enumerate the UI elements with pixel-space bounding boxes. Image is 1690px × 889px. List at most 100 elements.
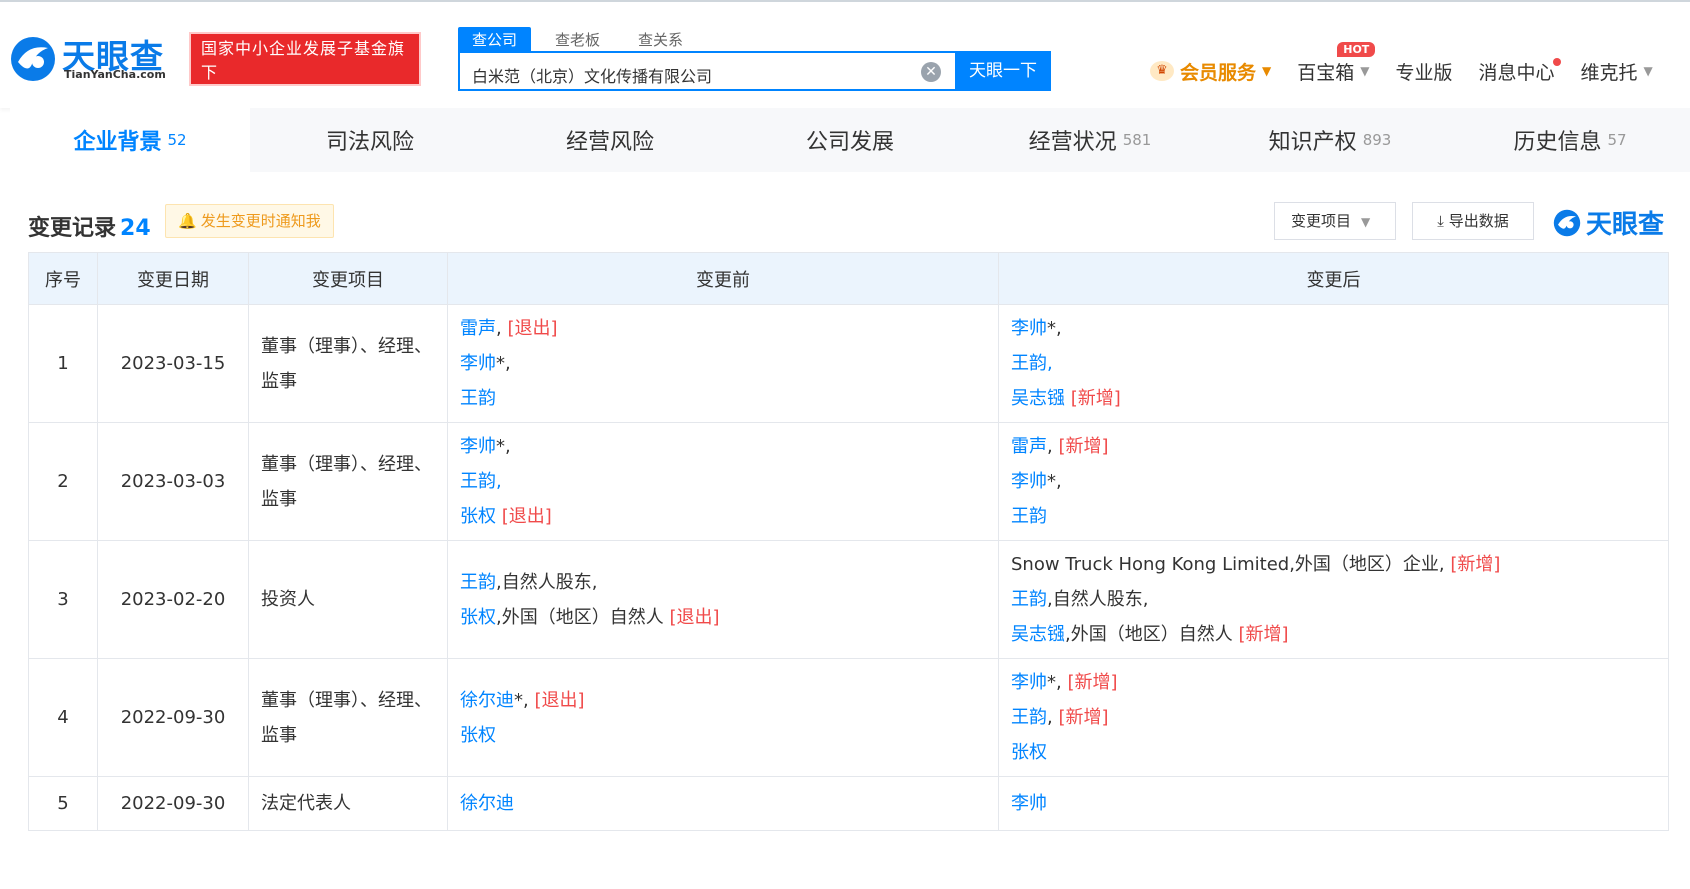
tab-label: 经营风险: [565, 130, 654, 155]
person-link[interactable]: 李帅: [1011, 471, 1047, 492]
person-link[interactable]: 王韵,: [1011, 353, 1053, 374]
tianyancha-logo-icon[interactable]: [8, 34, 58, 84]
hot-badge: HOT: [1337, 41, 1376, 57]
cell-after: Snow Truck Hong Kong Limited,外国（地区）企业, […: [998, 540, 1669, 659]
person-link[interactable]: 王韵: [1011, 506, 1047, 527]
tab-label: 公司发展: [805, 130, 894, 155]
person-link[interactable]: 吴志镪: [1011, 388, 1065, 409]
detail-text: ,: [1047, 436, 1059, 457]
tab-search-relation[interactable]: 查关系: [624, 27, 697, 51]
before-line: 徐尔迪: [460, 786, 986, 821]
cell-date: 2023-02-20: [97, 540, 249, 659]
cell-after: 李帅*, 王韵, 吴志镪 [新增]: [998, 304, 1669, 423]
before-line: 王韵,自然人股东,: [460, 565, 986, 600]
tianyancha-logo-icon: [1553, 209, 1581, 236]
top-header: 天眼查 TianYanCha.com 国家中小企业发展子基金旗下 官方备案企业征…: [0, 0, 1690, 108]
person-link[interactable]: 张权: [460, 725, 496, 746]
change-tag: [新增]: [1058, 436, 1109, 457]
person-link[interactable]: 李帅: [460, 353, 496, 374]
col-header-after: 变更后: [998, 252, 1669, 305]
tab-company-development[interactable]: 公司发展: [730, 108, 970, 172]
tab-intellectual-property[interactable]: 知识产权 893: [1210, 108, 1450, 172]
treasure-box-menu[interactable]: HOT 百宝箱 ▼: [1297, 41, 1376, 85]
person-link[interactable]: 王韵: [1011, 707, 1047, 728]
person-link[interactable]: 王韵,: [460, 471, 502, 492]
detail-text: *,: [1047, 471, 1062, 492]
change-item-filter[interactable]: 变更项目 ▼: [1274, 202, 1396, 240]
tab-judicial-risk[interactable]: 司法风险: [250, 108, 490, 172]
cell-item: 投资人: [248, 540, 448, 659]
cell-after: 雷声, [新增] 李帅*, 王韵: [998, 422, 1669, 541]
cell-before: 徐尔迪*, [退出] 张权: [447, 658, 999, 777]
cell-no: 3: [28, 540, 98, 659]
cell-after: 李帅: [998, 776, 1669, 831]
cell-after: 李帅*, [新增] 王韵, [新增] 张权: [998, 658, 1669, 777]
person-link[interactable]: 张权: [1011, 742, 1047, 763]
mini-logo: 天眼查: [1552, 204, 1664, 241]
tab-count: 57: [1607, 131, 1627, 149]
person-link[interactable]: 徐尔迪: [460, 690, 514, 711]
tab-label: 司法风险: [325, 130, 414, 155]
person-link[interactable]: 李帅: [1011, 672, 1047, 693]
person-link[interactable]: 李帅: [460, 436, 496, 457]
clear-icon[interactable]: ✕: [921, 62, 941, 82]
pro-version-link[interactable]: 专业版: [1396, 58, 1453, 85]
col-header-no: 序号: [28, 252, 98, 305]
person-link[interactable]: 王韵: [460, 388, 496, 409]
cell-date: 2022-09-30: [97, 776, 249, 831]
detail-text: ,: [1047, 707, 1059, 728]
person-link[interactable]: 李帅: [1011, 318, 1047, 339]
tab-company-background[interactable]: 企业背景 52: [10, 108, 250, 172]
detail-text: *,: [496, 436, 511, 457]
vip-service-menu[interactable]: ♛ 会员服务 ▼: [1150, 58, 1271, 85]
person-link[interactable]: 李帅: [1011, 793, 1047, 814]
after-line: 李帅*,: [1011, 311, 1656, 346]
after-line: 王韵, [新增]: [1011, 700, 1656, 735]
tab-history-info[interactable]: 历史信息 57: [1450, 108, 1690, 172]
before-line: 张权: [460, 718, 986, 753]
export-data-button[interactable]: ⤓ 导出数据: [1412, 202, 1534, 240]
mini-logo-text: 天眼查: [1586, 210, 1665, 240]
after-line: 吴志镪,外国（地区）自然人 [新增]: [1011, 617, 1656, 652]
col-header-item: 变更项目: [248, 252, 448, 305]
person-link[interactable]: 雷声: [460, 318, 496, 339]
person-link[interactable]: 张权: [460, 607, 496, 628]
person-link[interactable]: 王韵: [1011, 589, 1047, 610]
person-link[interactable]: 徐尔迪: [460, 793, 514, 814]
change-records-header: 变更记录 24 🔔 发生变更时通知我 变更项目 ▼ ⤓ 导出数据 天眼查: [28, 202, 1668, 246]
table-row: 5 2022-09-30 法定代表人 徐尔迪 李帅: [28, 776, 1669, 831]
person-link[interactable]: 吴志镪: [1011, 624, 1065, 645]
cell-before: 李帅*, 王韵, 张权 [退出]: [447, 422, 999, 541]
table-row: 3 2023-02-20 投资人 王韵,自然人股东, 张权,外国（地区）自然人 [退出]…: [28, 540, 1669, 659]
treasure-box-label: 百宝箱: [1297, 61, 1355, 84]
cell-before: 雷声, [退出] 李帅*, 王韵: [447, 304, 999, 423]
notify-change-button[interactable]: 🔔 发生变更时通知我: [165, 204, 334, 238]
person-link[interactable]: 张权: [460, 506, 496, 527]
user-menu[interactable]: 维克托 ▼: [1581, 58, 1653, 85]
search-button[interactable]: 天眼一下: [955, 51, 1051, 91]
message-center-link[interactable]: 消息中心: [1479, 57, 1561, 85]
detail-text: ,外国（地区）自然人: [496, 606, 670, 628]
section-title: 变更记录 24: [28, 210, 151, 242]
search-input[interactable]: 白米范（北京）文化传播有限公司 ✕: [458, 51, 955, 91]
col-header-before: 变更前: [447, 252, 999, 305]
person-link[interactable]: 王韵: [460, 572, 496, 593]
tab-search-boss[interactable]: 查老板: [541, 27, 614, 51]
export-label: 导出数据: [1448, 212, 1509, 230]
person-link[interactable]: 雷声: [1011, 436, 1047, 457]
tab-operating-risk[interactable]: 经营风险: [490, 108, 730, 172]
after-line: Snow Truck Hong Kong Limited,外国（地区）企业, […: [1011, 547, 1656, 582]
detail-text: *,: [514, 689, 535, 711]
tab-business-status[interactable]: 经营状况 581: [970, 108, 1210, 172]
cell-date: 2023-03-15: [97, 304, 249, 423]
search-input-value[interactable]: 白米范（北京）文化传播有限公司: [472, 63, 712, 87]
cell-date: 2023-03-03: [97, 422, 249, 541]
tab-search-company[interactable]: 查公司: [458, 27, 532, 51]
cell-item: 法定代表人: [248, 776, 448, 831]
gov-badge[interactable]: 国家中小企业发展子基金旗下 官方备案企业征信机构: [189, 32, 421, 106]
change-tag: [退出]: [669, 606, 720, 628]
tab-label: 经营状况: [1028, 130, 1117, 155]
change-tag: [新增]: [1058, 707, 1109, 728]
cell-item: 董事（理事）、经理、监事: [248, 422, 448, 541]
download-icon: ⤓: [1437, 212, 1449, 230]
